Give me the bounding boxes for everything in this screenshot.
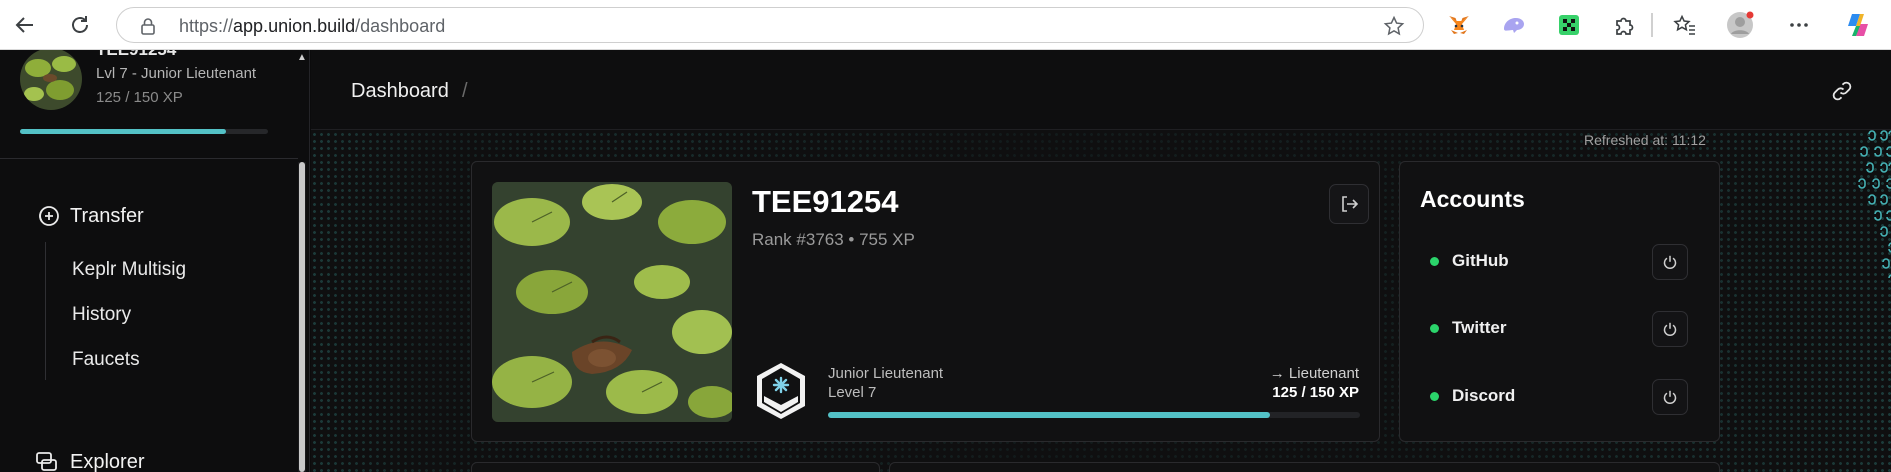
status-dot	[1430, 324, 1439, 333]
url-path: /dashboard	[355, 16, 446, 36]
power-icon	[1663, 322, 1677, 336]
next-rank: → Lieutenant	[1269, 365, 1359, 382]
bottom-card-left	[471, 462, 880, 472]
profile-name: TEE91254	[752, 184, 899, 219]
reload-button[interactable]	[64, 10, 96, 40]
sidebar-item-keplr-multisig[interactable]: Keplr Multisig	[72, 259, 186, 281]
favorites-icon[interactable]	[1671, 11, 1699, 39]
rank-level: Level 7	[828, 384, 877, 401]
lock-icon[interactable]	[139, 17, 157, 40]
address-bar[interactable]: https://app.union.build/dashboard	[116, 7, 1424, 43]
page-header: Dashboard /	[311, 50, 1891, 130]
url-scheme: https://	[179, 16, 234, 36]
copilot-icon[interactable]	[1844, 11, 1872, 39]
rank-xp-progress	[828, 412, 1360, 418]
sidebar-scrollbar-thumb[interactable]	[299, 162, 305, 472]
account-label: Twitter	[1452, 318, 1507, 337]
back-button[interactable]	[9, 10, 41, 40]
account-row-github: GitHub	[1420, 242, 1705, 282]
link-icon[interactable]	[1831, 80, 1853, 107]
sidebar-xp: 125 / 150 XP	[96, 89, 183, 106]
toolbar-divider	[1651, 13, 1653, 37]
refreshed-timestamp: Refreshed at: 11:12	[1584, 132, 1706, 148]
sidebar-item-label: Explorer	[70, 450, 145, 472]
sidebar-item-label: Transfer	[70, 204, 144, 227]
more-icon[interactable]	[1785, 11, 1813, 39]
profile-image	[492, 182, 732, 422]
extension-green-icon[interactable]	[1555, 11, 1583, 39]
profile-icon[interactable]	[1726, 11, 1754, 39]
profile-rank: Rank #3763 • 755 XP	[752, 230, 915, 249]
status-dot	[1430, 392, 1439, 401]
disconnect-button[interactable]	[1652, 311, 1688, 347]
sidebar-level: Lvl 7 - Junior Lieutenant	[96, 65, 257, 82]
sidebar-subnav-line	[45, 242, 46, 380]
sidebar-item-transfer[interactable]: Transfer	[34, 203, 144, 229]
browser-toolbar: https://app.union.build/dashboard	[0, 0, 1891, 50]
keplr-icon[interactable]	[1500, 11, 1528, 39]
scroll-up-arrow[interactable]: ▲	[297, 52, 307, 63]
breadcrumb-dashboard[interactable]: Dashboard	[351, 80, 449, 103]
power-icon	[1663, 255, 1677, 269]
sidebar-xp-progress-fill	[20, 129, 226, 134]
back-icon	[15, 17, 33, 33]
sidebar-avatar[interactable]	[20, 50, 82, 110]
metamask-icon[interactable]	[1445, 11, 1473, 39]
transfer-icon	[39, 206, 59, 226]
sidebar: TEE91254 Lvl 7 - Junior Lieutenant 125 /…	[0, 50, 310, 472]
disconnect-button[interactable]	[1652, 244, 1688, 280]
chain-link-decoration	[1858, 130, 1891, 279]
reload-icon	[72, 16, 88, 33]
sidebar-item-faucets[interactable]: Faucets	[72, 349, 140, 371]
rank-name: Junior Lieutenant	[828, 365, 944, 382]
rank-badge-icon	[757, 363, 805, 419]
url-host: app.union.build	[233, 16, 356, 36]
url-text[interactable]: https://app.union.build/dashboard	[179, 16, 445, 37]
star-icon[interactable]	[1383, 15, 1405, 42]
account-row-twitter: Twitter	[1420, 309, 1705, 349]
breadcrumb-separator: /	[462, 80, 468, 102]
account-row-discord: Discord	[1420, 377, 1705, 417]
sign-out-icon	[1342, 196, 1359, 212]
account-label: GitHub	[1452, 251, 1509, 270]
rank-xp-progress-fill	[828, 412, 1270, 418]
sidebar-item-history[interactable]: History	[72, 304, 131, 326]
explorer-icon	[36, 452, 57, 471]
sidebar-user-name: TEE91254	[96, 50, 176, 60]
sidebar-divider	[0, 158, 298, 159]
accounts-card: Accounts GitHub Twitter Discord	[1399, 161, 1720, 442]
status-dot	[1430, 257, 1439, 266]
disconnect-button[interactable]	[1652, 379, 1688, 415]
profile-card: TEE91254 Rank #3763 • 755 XP Junior Lieu…	[471, 161, 1380, 442]
rank-xp: 125 / 150 XP	[1272, 384, 1359, 401]
main-content: Dashboard / Refreshed at: 11:12 TEE91254…	[311, 50, 1891, 472]
sidebar-xp-progress	[20, 129, 268, 134]
bottom-card-right	[889, 462, 1720, 472]
sign-out-button[interactable]	[1329, 184, 1369, 224]
power-icon	[1663, 390, 1677, 404]
puzzle-icon[interactable]	[1610, 11, 1638, 39]
sidebar-item-explorer[interactable]: Explorer	[34, 450, 144, 472]
accounts-title: Accounts	[1420, 186, 1525, 212]
account-label: Discord	[1452, 386, 1516, 405]
sidebar-scrollbar[interactable]	[298, 162, 306, 472]
